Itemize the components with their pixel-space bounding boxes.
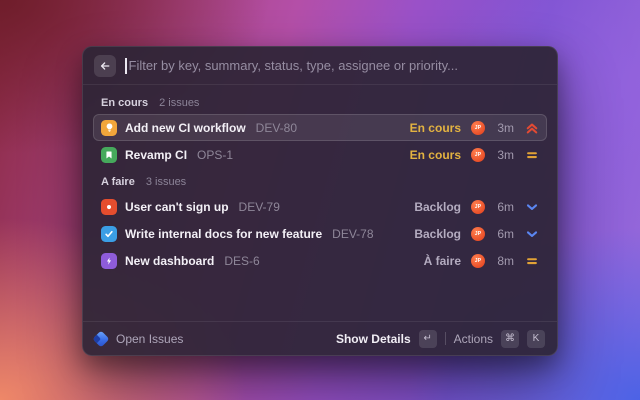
- footer-separator: [445, 332, 446, 345]
- show-details-button[interactable]: Show Details: [336, 332, 411, 346]
- section-header: En cours 2 issues: [93, 89, 547, 114]
- issue-meta: En cours JP 3m: [410, 147, 539, 162]
- assignee-avatar: JP: [471, 121, 485, 135]
- back-button[interactable]: [94, 55, 116, 77]
- status-label: En cours: [410, 148, 461, 162]
- footer-actions: Show Details ↵ Actions ⌘ K: [336, 330, 545, 348]
- issue-key: DEV-78: [332, 227, 373, 241]
- issue-section: A faire 3 issues User can't sign up DEV-79 B…: [93, 168, 547, 274]
- section-title: A faire: [101, 176, 135, 188]
- priority-low-icon: [524, 199, 539, 214]
- issue-key: DEV-80: [256, 121, 297, 135]
- updated-time: 3m: [495, 121, 514, 135]
- cmd-key-icon[interactable]: ⌘: [501, 330, 519, 348]
- workspace-label: Open Issues: [116, 332, 183, 346]
- priority-medium-icon: [524, 147, 539, 162]
- priority-urgent-icon: [524, 120, 539, 135]
- updated-time: 6m: [495, 200, 514, 214]
- k-key-icon[interactable]: K: [527, 330, 545, 348]
- bolt-icon: [101, 253, 117, 269]
- status-label: Backlog: [414, 200, 461, 214]
- issue-title: Write internal docs for new feature: [125, 227, 322, 241]
- arrow-left-icon: [99, 60, 111, 72]
- issue-title: Add new CI workflow: [125, 121, 246, 135]
- lightbulb-icon: [101, 120, 117, 136]
- issue-meta: Backlog JP 6m: [414, 199, 539, 214]
- app-logo-diamond-icon: [93, 330, 110, 347]
- assignee-avatar: JP: [471, 227, 485, 241]
- text-caret: [125, 58, 127, 74]
- status-label: En cours: [410, 121, 461, 135]
- check-icon: [101, 226, 117, 242]
- command-palette: Filter by key, summary, status, type, as…: [82, 46, 558, 356]
- search-input[interactable]: Filter by key, summary, status, type, as…: [125, 58, 546, 74]
- actions-button[interactable]: Actions: [454, 332, 493, 346]
- enter-key-icon[interactable]: ↵: [419, 330, 437, 348]
- issue-title: User can't sign up: [125, 200, 229, 214]
- issue-row[interactable]: New dashboard DES-6 À faire JP 8m: [93, 247, 547, 274]
- status-label: Backlog: [414, 227, 461, 241]
- issue-title: New dashboard: [125, 254, 214, 268]
- status-label: À faire: [424, 254, 461, 268]
- assignee-avatar: JP: [471, 254, 485, 268]
- search-placeholder: Filter by key, summary, status, type, as…: [129, 58, 458, 73]
- assignee-avatar: JP: [471, 200, 485, 214]
- issue-key: DES-6: [224, 254, 259, 268]
- footer: Open Issues Show Details ↵ Actions ⌘ K: [83, 321, 557, 355]
- section-title: En cours: [101, 97, 148, 109]
- issue-list: En cours 2 issues Add new CI workflow DEV-8…: [83, 85, 557, 321]
- updated-time: 3m: [495, 148, 514, 162]
- priority-medium-icon: [524, 253, 539, 268]
- dot-icon: [101, 199, 117, 215]
- assignee-avatar: JP: [471, 148, 485, 162]
- section-count: 3 issues: [146, 176, 186, 188]
- desktop-background: Filter by key, summary, status, type, as…: [0, 0, 640, 400]
- issue-row[interactable]: Write internal docs for new feature DEV-7…: [93, 220, 547, 247]
- issue-section: En cours 2 issues Add new CI workflow DEV-8…: [93, 89, 547, 168]
- updated-time: 6m: [495, 227, 514, 241]
- issue-row[interactable]: User can't sign up DEV-79 Backlog JP 6m: [93, 193, 547, 220]
- bookmark-icon: [101, 147, 117, 163]
- issue-meta: À faire JP 8m: [424, 253, 539, 268]
- priority-low-icon: [524, 226, 539, 241]
- section-count: 2 issues: [159, 97, 199, 109]
- issue-key: DEV-79: [239, 200, 280, 214]
- search-bar: Filter by key, summary, status, type, as…: [83, 47, 557, 85]
- issue-title: Revamp CI: [125, 148, 187, 162]
- issue-row[interactable]: Revamp CI OPS-1 En cours JP 3m: [93, 141, 547, 168]
- updated-time: 8m: [495, 254, 514, 268]
- issue-key: OPS-1: [197, 148, 233, 162]
- issue-meta: En cours JP 3m: [410, 120, 539, 135]
- issue-row[interactable]: Add new CI workflow DEV-80 En cours JP 3m: [93, 114, 547, 141]
- issue-meta: Backlog JP 6m: [414, 226, 539, 241]
- section-header: A faire 3 issues: [93, 168, 547, 193]
